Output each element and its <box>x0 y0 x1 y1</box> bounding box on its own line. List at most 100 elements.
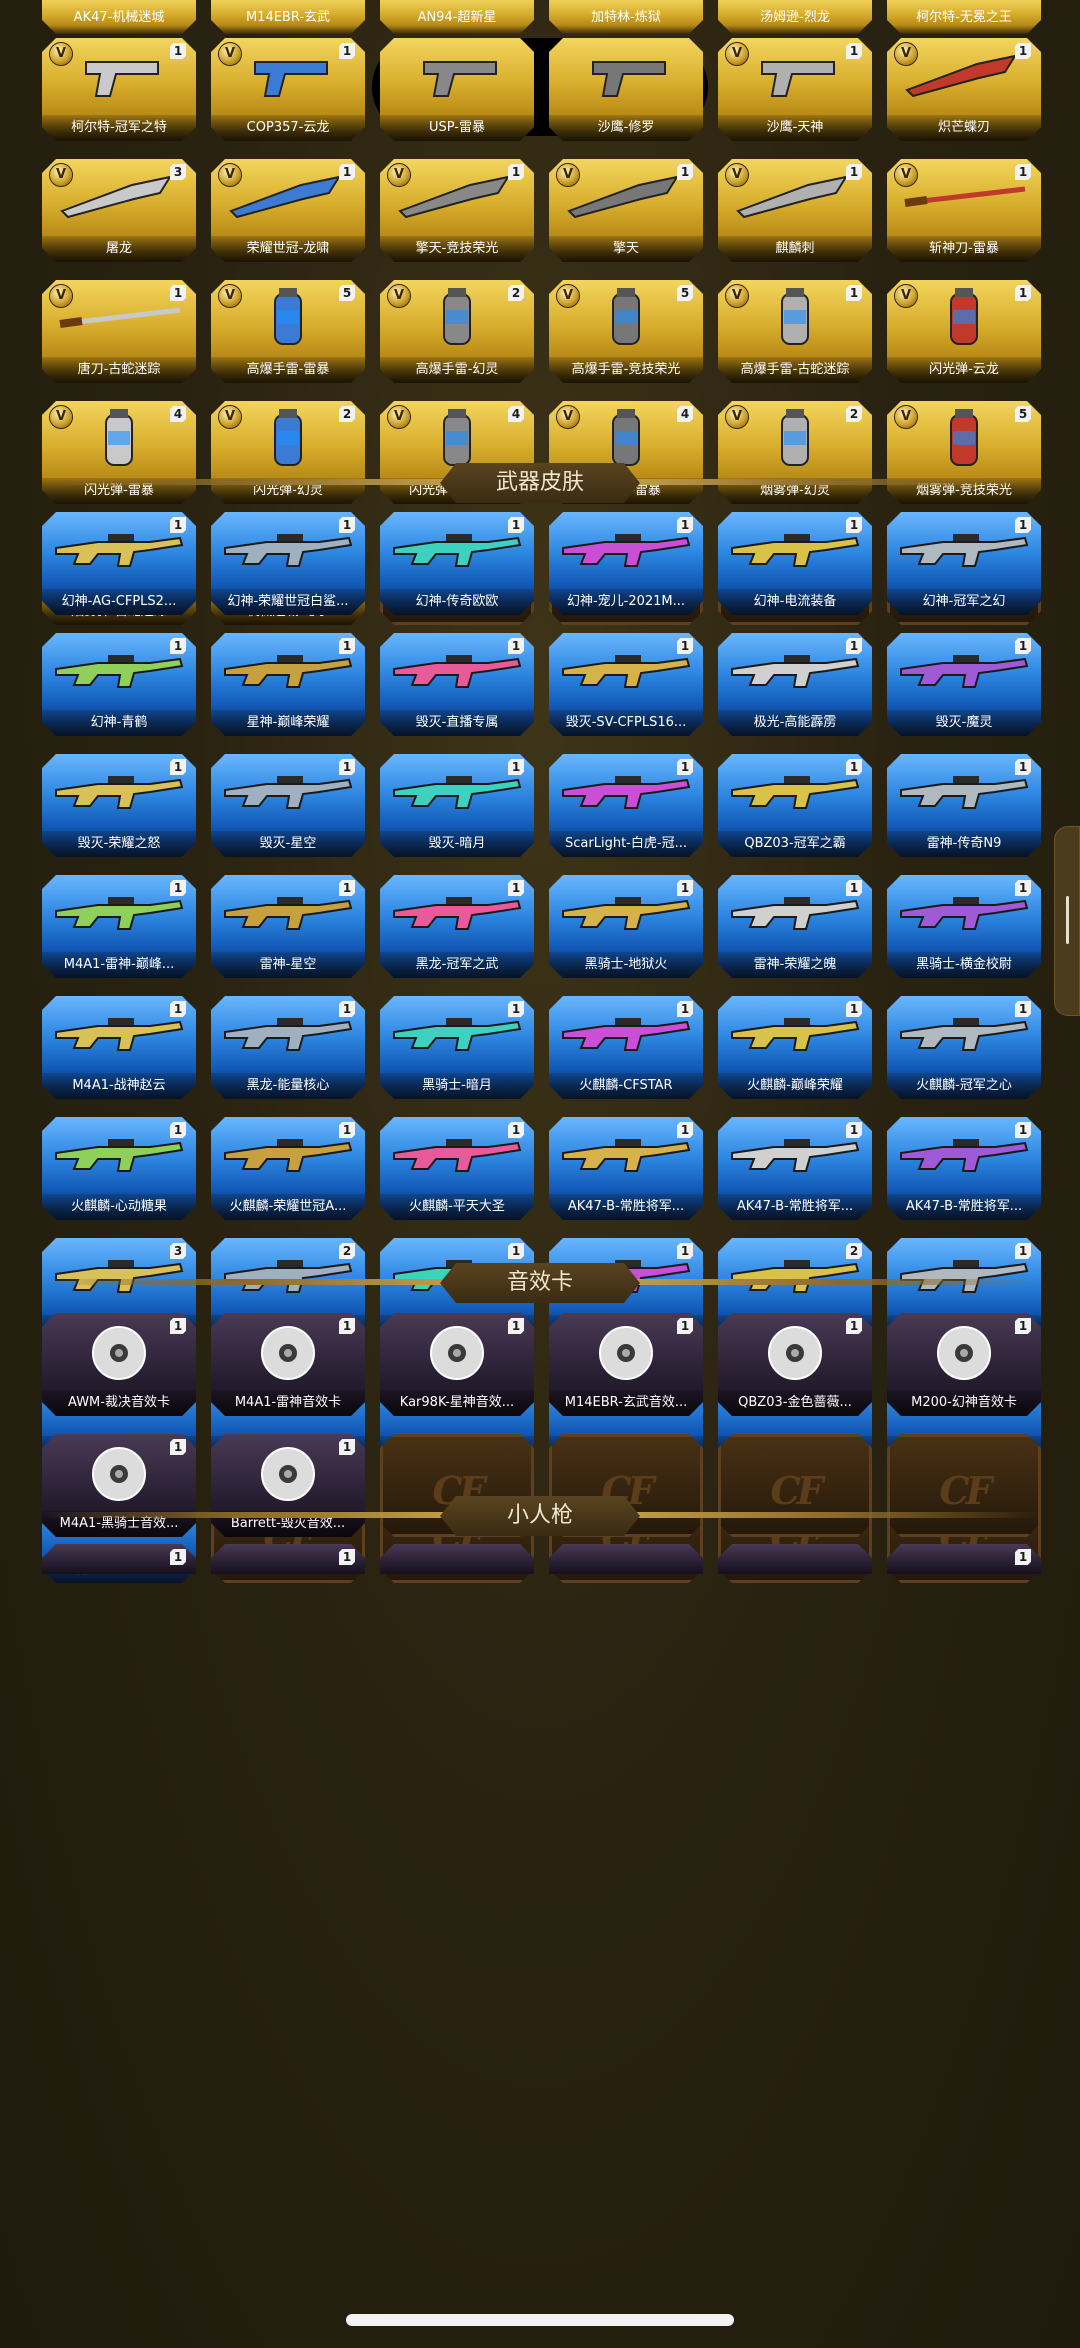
weapon-skin-card[interactable]: 1 幻神-青鹤 <box>42 633 196 736</box>
weapon-skin-card[interactable]: 1 ScarLight-白虎-冠... <box>549 754 703 857</box>
item-label: 高爆手雷-雷暴 <box>211 357 365 383</box>
vip-badge-icon: V <box>219 43 241 65</box>
weapon-skin-card[interactable]: 1 毁灭-星空 <box>211 754 365 857</box>
gold-item-card[interactable]: AK47-机械迷城 <box>42 0 196 34</box>
weapon-skin-card[interactable]: 1 幻神-AG-CFPLS2... <box>42 512 196 615</box>
weapon-skin-card[interactable]: 1 火麒麟-心动糖果 <box>42 1117 196 1220</box>
weapon-skin-card[interactable]: 1 毁灭-暗月 <box>380 754 534 857</box>
item-count-badge: 5 <box>1015 406 1031 422</box>
gold-item-card[interactable]: V 1 麒麟刺 <box>718 159 872 262</box>
sound-card[interactable]: 1 M4A1-雷神音效卡 <box>211 1313 365 1416</box>
weapon-skin-card[interactable]: 1 毁灭-SV-CFPLS16... <box>549 633 703 736</box>
weapon-skin-card[interactable]: 1 AK47-B-常胜将军... <box>887 1117 1041 1220</box>
gold-item-card[interactable]: V 1 高爆手雷-古蛇迷踪 <box>718 280 872 383</box>
gold-item-card[interactable]: V 5 高爆手雷-雷暴 <box>211 280 365 383</box>
item-count-badge: 1 <box>170 638 186 654</box>
item-label: 毁灭-荣耀之怒 <box>42 831 196 857</box>
vip-badge-icon: V <box>219 406 241 428</box>
sound-card[interactable]: 1 M14EBR-玄武音效... <box>549 1313 703 1416</box>
item-label: 黑龙-能量核心 <box>211 1073 365 1099</box>
weapon-skin-card[interactable]: 1 毁灭-魔灵 <box>887 633 1041 736</box>
sound-card[interactable]: 1 Kar98K-星神音效... <box>380 1313 534 1416</box>
weapon-skin-card[interactable]: 1 幻神-荣耀世冠白鲨... <box>211 512 365 615</box>
gold-item-card[interactable]: 加特林-炼狱 <box>549 0 703 34</box>
weapon-skin-card[interactable]: 1 幻神-冠军之幻 <box>887 512 1041 615</box>
weapon-skin-card[interactable]: 1 幻神-传奇欧欧 <box>380 512 534 615</box>
vip-badge-icon: V <box>557 285 579 307</box>
mini-gun-card[interactable]: 1 <box>211 1544 365 1574</box>
item-count-badge: 1 <box>1015 1243 1031 1259</box>
item-label: 毁灭-直播专属 <box>380 710 534 736</box>
gold-item-card[interactable]: V 1 擎天-竞技荣光 <box>380 159 534 262</box>
gold-item-card[interactable]: V 1 唐刀-古蛇迷踪 <box>42 280 196 383</box>
section-header-mini-guns: 小人枪 <box>0 1492 1080 1538</box>
section-header-sound-cards: 音效卡 <box>0 1259 1080 1305</box>
weapon-skin-card[interactable]: 1 黑骑士-地狱火 <box>549 875 703 978</box>
gold-item-card[interactable]: V 1 斩神刀-雷暴 <box>887 159 1041 262</box>
gold-item-card[interactable]: 沙鹰-修罗 <box>549 38 703 141</box>
gold-item-card[interactable]: V 1 炽芒蝶刃 <box>887 38 1041 141</box>
sound-card[interactable]: 1 QBZ03-金色蔷薇... <box>718 1313 872 1416</box>
item-count-badge: 3 <box>170 1243 186 1259</box>
sound-card[interactable]: 1 M200-幻神音效卡 <box>887 1313 1041 1416</box>
gold-item-card[interactable]: V 1 柯尔特-冠军之特 <box>42 38 196 141</box>
item-count-badge: 1 <box>846 638 862 654</box>
item-count-badge: 1 <box>846 1318 862 1334</box>
weapon-skin-card[interactable]: 1 M4A1-雷神-巅峰... <box>42 875 196 978</box>
weapon-skin-card[interactable]: 1 火麒麟-荣耀世冠A... <box>211 1117 365 1220</box>
weapon-skin-card[interactable]: 1 雷神-星空 <box>211 875 365 978</box>
weapon-skin-card[interactable]: 1 火麒麟-巅峰荣耀 <box>718 996 872 1099</box>
gold-item-card[interactable]: V 3 屠龙 <box>42 159 196 262</box>
item-count-badge: 1 <box>339 1001 355 1017</box>
gold-item-card[interactable]: V 1 荣耀世冠-龙啸 <box>211 159 365 262</box>
weapon-skin-card[interactable]: 1 毁灭-荣耀之怒 <box>42 754 196 857</box>
gold-item-card[interactable]: USP-雷暴 <box>380 38 534 141</box>
mini-gun-card[interactable]: 1 <box>42 1544 196 1574</box>
mini-gun-card[interactable] <box>718 1544 872 1574</box>
gold-item-card[interactable]: V 1 COP357-云龙 <box>211 38 365 141</box>
gold-item-card[interactable]: V 5 高爆手雷-竞技荣光 <box>549 280 703 383</box>
item-label: 幻神-传奇欧欧 <box>380 589 534 615</box>
weapon-skin-card[interactable]: 1 QBZ03-冠军之霸 <box>718 754 872 857</box>
weapon-skin-card[interactable]: 1 火麒麟-平天大圣 <box>380 1117 534 1220</box>
weapon-skin-card[interactable]: 1 黑龙-能量核心 <box>211 996 365 1099</box>
gold-item-card[interactable]: 汤姆逊-烈龙 <box>718 0 872 34</box>
item-label: AK47-B-常胜将军... <box>549 1194 703 1220</box>
weapon-skin-card[interactable]: 1 星神-巅峰荣耀 <box>211 633 365 736</box>
weapon-skin-card[interactable]: 1 黑骑士-横金校尉 <box>887 875 1041 978</box>
weapon-skin-card[interactable]: 1 AK47-B-常胜将军... <box>549 1117 703 1220</box>
item-count-badge: 1 <box>846 759 862 775</box>
side-drag-handle[interactable] <box>1054 826 1080 1016</box>
weapon-skin-card[interactable]: 1 极光-高能霹雳 <box>718 633 872 736</box>
gold-item-card[interactable]: 柯尔特-无冕之王 <box>887 0 1041 34</box>
section-header-weapon-skins: 武器皮肤 <box>0 459 1080 505</box>
mini-gun-card[interactable] <box>549 1544 703 1574</box>
weapon-skin-card[interactable]: 1 毁灭-直播专属 <box>380 633 534 736</box>
home-indicator[interactable] <box>346 2314 734 2326</box>
gold-item-card[interactable]: V 1 擎天 <box>549 159 703 262</box>
item-count-badge: 1 <box>1015 759 1031 775</box>
gold-item-card[interactable]: V 1 闪光弹-云龙 <box>887 280 1041 383</box>
item-count-badge: 2 <box>508 285 524 301</box>
item-count-badge: 1 <box>339 1122 355 1138</box>
weapon-skin-card[interactable]: 1 AK47-B-常胜将军... <box>718 1117 872 1220</box>
weapon-skin-card[interactable]: 1 黑龙-冠军之武 <box>380 875 534 978</box>
item-count-badge: 1 <box>1015 164 1031 180</box>
sound-card[interactable]: 1 AWM-裁决音效卡 <box>42 1313 196 1416</box>
gold-item-card[interactable]: V 1 沙鹰-天神 <box>718 38 872 141</box>
gold-item-card[interactable]: M14EBR-玄武 <box>211 0 365 34</box>
weapon-skin-card[interactable]: 1 火麒麟-冠军之心 <box>887 996 1041 1099</box>
weapon-skin-card[interactable]: 1 雷神-荣耀之魄 <box>718 875 872 978</box>
weapon-skin-card[interactable]: 1 火麒麟-CFSTAR <box>549 996 703 1099</box>
section-title: 小人枪 <box>506 1503 573 1528</box>
weapon-skin-card[interactable]: 1 黑骑士-暗月 <box>380 996 534 1099</box>
weapon-skin-card[interactable]: 1 M4A1-战神赵云 <box>42 996 196 1099</box>
weapon-skin-card[interactable]: 1 幻神-宠儿-2021M... <box>549 512 703 615</box>
weapon-skin-card[interactable]: 1 雷神-传奇N9 <box>887 754 1041 857</box>
weapon-skin-card[interactable]: 1 幻神-电流装备 <box>718 512 872 615</box>
mini-gun-card[interactable]: 1 <box>887 1544 1041 1574</box>
gold-item-card[interactable]: AN94-超新星 <box>380 0 534 34</box>
item-count-badge: 1 <box>170 1001 186 1017</box>
mini-gun-card[interactable] <box>380 1544 534 1574</box>
gold-item-card[interactable]: V 2 高爆手雷-幻灵 <box>380 280 534 383</box>
